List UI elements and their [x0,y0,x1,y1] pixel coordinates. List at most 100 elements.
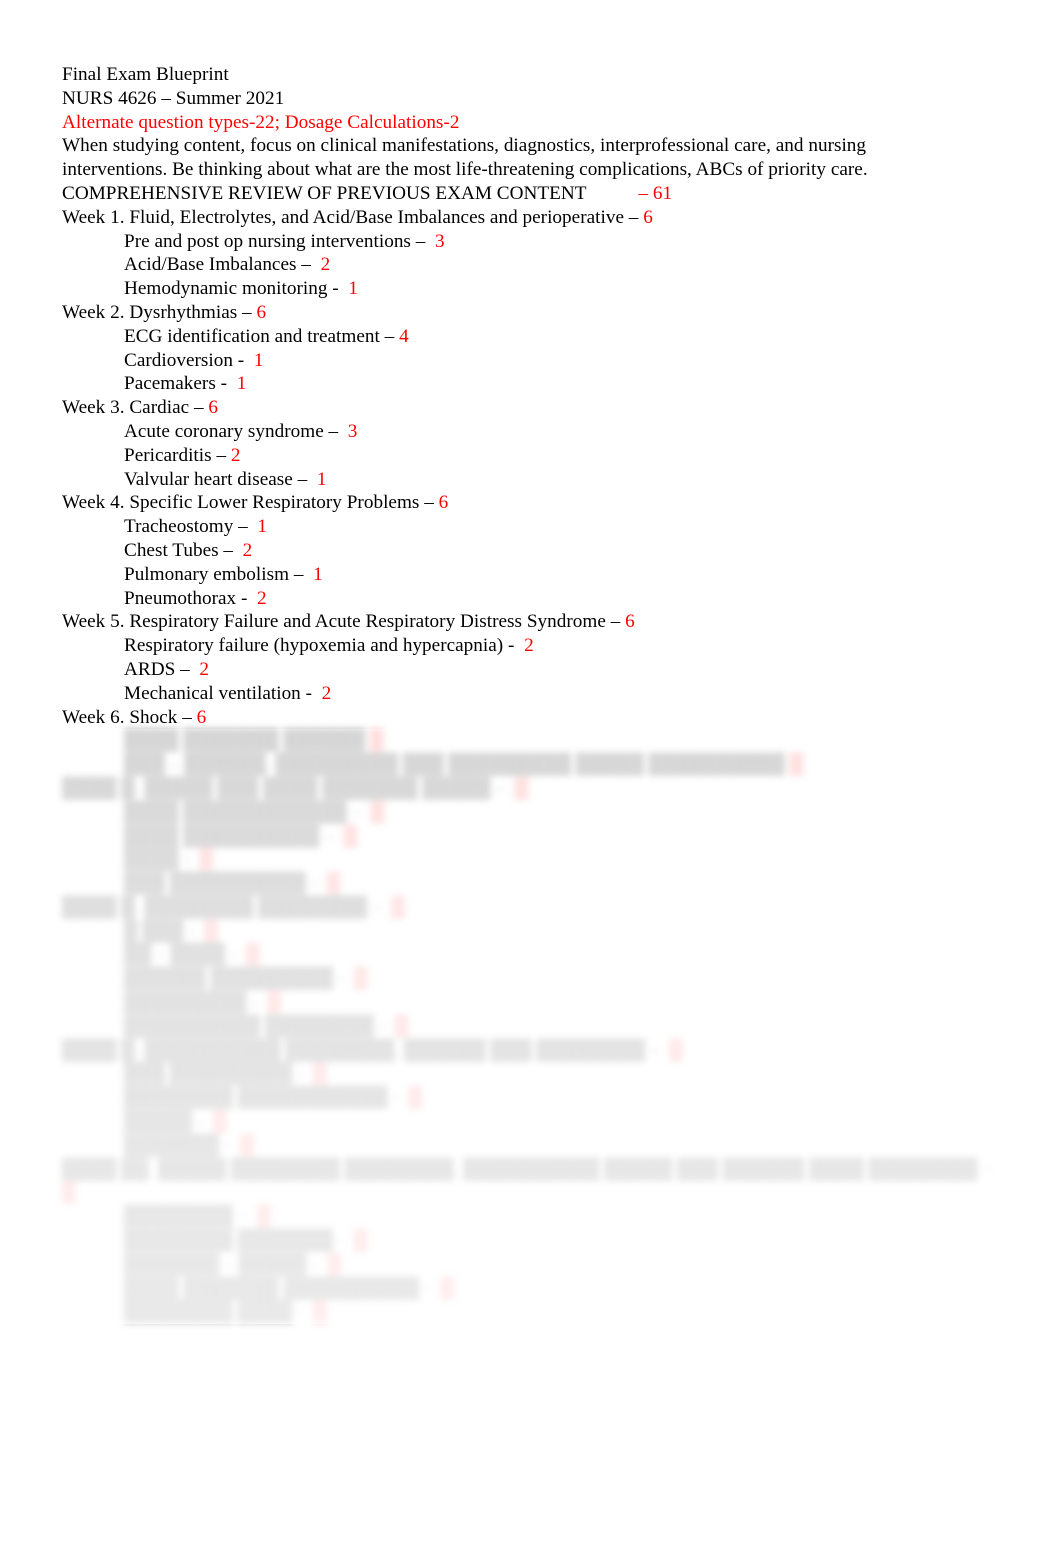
week-topic-label: Pneumothorax - [124,587,253,609]
week-topic-item: Hemodynamic monitoring - 1 [62,277,1002,301]
week-heading: Week 3. Cardiac – 6 [62,396,1002,420]
obscured-topic-item: ██████████ ████████ - █ [62,1015,1002,1039]
obscured-count: █ [322,1253,342,1275]
obscured-label: ████ ███████ ██████████ - [124,1277,436,1299]
obscured-label: █████████ - [124,992,263,1014]
obscured-label: ████████ ███████ - [124,1230,350,1252]
week-topic-label: Hemodynamic monitoring - [124,278,344,300]
week-heading-count: 6 [208,397,219,419]
obscured-count: █ [235,1134,254,1156]
week-topic-item: Pericarditis – 2 [62,444,1002,468]
week-heading-count: 6 [256,301,267,323]
week-heading-count: 6 [643,206,653,228]
week-heading-label: Week 3. Cardiac – [62,397,209,419]
week-topic-item: Pneumothorax - 2 [62,587,1002,611]
obscured-count: █ [386,896,405,918]
intro-paragraph-line-2: interventions. Be thinking about what ar… [62,159,868,181]
obscured-count: █ [199,920,218,942]
week-topic-label: Pre and post op nursing interventions – [124,230,431,252]
obscured-count: █ [240,944,260,966]
week-topic-item: Pacemakers - 1 [62,372,1002,396]
week-topic-label: Pacemakers - [124,373,232,395]
obscured-section: ████ ███████ ██████ █ ███ – ██████, █████… [62,729,1002,1324]
week-topic-count: 1 [249,349,264,371]
week-heading-label: Week 4. Specific Lower Respiratory Probl… [62,492,439,514]
obscured-count: █ [252,1206,271,1228]
obscured-label: ████████ ████ - [124,1301,309,1323]
obscured-label: ██████████ ████████ - [124,1015,390,1037]
obscured-label: ████████ ███████████ - [124,1087,404,1109]
week-topic-item: Chest Tubes – 2 [62,539,1002,563]
obscured-topic-item: ███ ██████████ - █ [62,872,1002,896]
obscured-count: █ [262,992,282,1014]
obscured-label: ██████ █████████ - [124,968,350,990]
week-topic-count: 2 [316,682,332,704]
obscured-topic-item: ███████ - █ [62,1134,1002,1158]
week-topic-count: 2 [194,658,209,680]
obscured-count: █ [435,1277,455,1299]
obscured-topic-item: ██ – ████ - █ [62,943,1002,967]
obscured-section-wrapper: ████ ███████ ██████ █ ███ – ██████, █████… [42,729,1022,1325]
intro-paragraph-line-1: When studying content, focus on clinical… [62,135,867,157]
obscured-topic-item: ███ █████████ - █ [62,1062,1002,1086]
obscured-label: ███ █████████ - [124,1063,309,1085]
obscured-count: █ [349,1230,368,1252]
week-topic-item: Mechanical ventilation - 2 [62,682,1002,706]
obscured-label: ████ ███████ ██████ [124,730,366,752]
obscured-week-heading: ████ █. ██████████ ████████, ██████ ███ … [62,1039,1002,1063]
obscured-count: █ [338,825,358,847]
obscured-count: █ [194,849,213,871]
obscured-count: █ [509,777,529,799]
obscured-topic-item: ████████ ████ - █ [62,1300,1002,1324]
obscured-label: ████ ██. █████ ████████ ████████, ██████… [62,1158,997,1180]
week-topic-count: 2 [252,587,267,609]
week-topic-label: ECG identification and treatment – [124,325,395,347]
obscured-count: █ [365,801,385,823]
week-topic-count: 2 [226,444,241,466]
obscured-topic-item: ██████ █████████ - █ [62,967,1002,991]
obscured-count: █ [308,1301,327,1323]
week-topic-item: Tracheostomy – 1 [62,515,1002,539]
week-topic-item: Acute coronary syndrome – 3 [62,420,1002,444]
obscured-topic-item: ████████ – █ [62,1205,1002,1229]
obscured-week-heading: ████ ██. █████ ████████ ████████, ██████… [62,1158,1002,1206]
obscured-topic-item: █ ███ - █ [62,920,1002,944]
week-topic-label: Acid/Base Imbalances – [124,254,316,276]
week-topic-label: Pulmonary embolism – [124,563,309,585]
obscured-count: █ [664,1039,683,1061]
obscured-topic-item: ███████ – █████ - █ [62,1253,1002,1277]
week-topic-item: Valvular heart disease – 1 [62,468,1002,492]
week-heading: Week 1. Fluid, Electrolytes, and Acid/Ba… [62,206,1002,230]
week-topic-item: ECG identification and treatment – 4 [62,325,1002,349]
week-topic-label: ARDS – [124,658,195,680]
week-topic-label: Acute coronary syndrome – [124,420,343,442]
week-topic-count: 1 [312,468,327,490]
week-heading-count: 6 [438,492,449,514]
week-topic-count: 3 [342,420,358,442]
week-topic-count: 2 [315,254,331,276]
obscured-label: ███ ██████████ - [124,873,322,895]
week-topic-label: Valvular heart disease – [124,468,313,490]
week-topic-count: 3 [430,230,445,252]
week-topic-count: 1 [231,373,247,395]
week-topic-label: Pericarditis – [124,444,227,466]
obscured-topic-item: ████ ███████ ██████ █ [62,729,1002,753]
document-title: Final Exam Blueprint [62,64,229,85]
obscured-count: █ [389,1015,409,1037]
obscured-topic-item: ███ – ██████, █████████ ███ █████████ ██… [62,753,1002,777]
week-heading: Week 6. Shock – 6 [62,706,1002,730]
week-heading-label: Week 2. Dysrhythmias – [62,301,257,323]
obscured-label: ███████ – █████ - [124,1253,323,1275]
obscured-count: █ [784,754,804,776]
week-topic-item: Acid/Base Imbalances – 2 [62,253,1002,277]
obscured-topic-item: ████████ ███████ - █ [62,1229,1002,1253]
obscured-topic-item: ████████ ███████████ - █ [62,1086,1002,1110]
obscured-week-heading: ████ █. ████████ ████████ – █ [62,896,1002,920]
week-topic-item: Respiratory failure (hypoxemia and hyper… [62,634,1002,658]
obscured-week-heading: ████ █. █████ ███ ████ ███████ █████ – █ [62,777,1002,801]
week-topic-item: ARDS – 2 [62,658,1002,682]
week-heading-label: Week 1. Fluid, Electrolytes, and Acid/Ba… [62,206,644,228]
obscured-label: ████ █. █████ ███ ████ ███████ █████ – [62,777,510,799]
obscured-label: ████ - [124,849,195,871]
weeks-container: Week 1. Fluid, Electrolytes, and Acid/Ba… [62,206,1002,730]
